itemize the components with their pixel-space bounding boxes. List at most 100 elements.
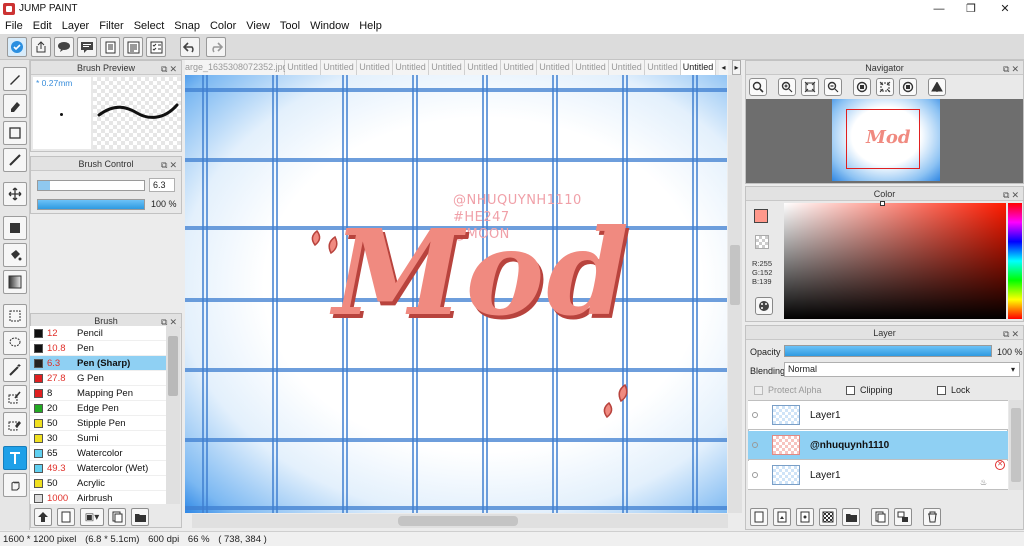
tab-6[interactable]: Untitled: [465, 60, 501, 75]
tab-scroll-left-icon[interactable]: ◂: [719, 60, 728, 75]
select-eraser-tool-icon[interactable]: [3, 412, 27, 436]
brush-settings-icon[interactable]: [34, 508, 52, 526]
brush-item[interactable]: 65 Watercolor: [30, 446, 166, 461]
hue-slider[interactable]: [1008, 203, 1022, 319]
tab-scroll-right-icon[interactable]: ▸: [732, 60, 741, 75]
line-tool-icon[interactable]: [3, 148, 27, 172]
comment-box-icon[interactable]: [77, 37, 97, 57]
panel-float-close-icons[interactable]: ⧉✕: [1003, 327, 1021, 341]
brush-item[interactable]: 12 Pencil: [30, 326, 166, 341]
tab-10[interactable]: Untitled: [609, 60, 645, 75]
tab-0[interactable]: arge_1635308072352.jpg: [185, 60, 288, 75]
panel-float-close-icons[interactable]: ⧉✕: [1003, 188, 1021, 202]
zoom-search-icon[interactable]: [749, 78, 767, 96]
tab-1[interactable]: Untitled: [285, 60, 321, 75]
merge-down-icon[interactable]: [894, 508, 912, 526]
brush-opacity-slider[interactable]: [37, 199, 145, 210]
layer-list-scrollbar[interactable]: [1009, 400, 1023, 490]
brush-menu-icon[interactable]: ▣▾: [80, 508, 104, 526]
menu-file[interactable]: File: [0, 20, 28, 32]
brush-item[interactable]: 50 Stipple Pen: [30, 416, 166, 431]
move-tool-icon[interactable]: [3, 182, 27, 206]
brush-item[interactable]: 1000 Airbrush: [30, 491, 166, 504]
delete-layer-icon[interactable]: [923, 508, 941, 526]
protect-alpha-checkbox[interactable]: Protect Alpha: [754, 385, 822, 396]
redo-icon[interactable]: [206, 37, 226, 57]
canvas-area[interactable]: @NHUQUYNH1110 #HE247 @MOON Mod: [185, 75, 727, 513]
panel-float-close-icons[interactable]: ⧉✕: [1003, 62, 1021, 76]
panel-float-close-icons[interactable]: ⧉✕: [161, 158, 179, 172]
palette-icon[interactable]: [755, 297, 773, 315]
visibility-eye-icon[interactable]: [748, 412, 762, 418]
speech-bubble-icon[interactable]: [54, 37, 74, 57]
fit-screen-icon[interactable]: [801, 78, 819, 96]
canvas-horizontal-scrollbar[interactable]: [192, 514, 728, 528]
duplicate-layer-icon[interactable]: [871, 508, 889, 526]
color-saturation-picker[interactable]: [784, 201, 1006, 319]
new-brush-icon[interactable]: [57, 508, 75, 526]
maximize-button[interactable]: ❐: [954, 0, 988, 17]
tab-3[interactable]: Untitled: [357, 60, 393, 75]
tab-8[interactable]: Untitled: [537, 60, 573, 75]
new-halftone-layer-icon[interactable]: [796, 508, 814, 526]
undo-icon[interactable]: [180, 37, 200, 57]
tab-2[interactable]: Untitled: [321, 60, 357, 75]
text-tool-icon[interactable]: [3, 446, 27, 470]
page-icon[interactable]: [100, 37, 120, 57]
book-icon[interactable]: [123, 37, 143, 57]
tab-7[interactable]: Untitled: [501, 60, 537, 75]
menu-filter[interactable]: Filter: [94, 20, 128, 32]
visibility-eye-icon[interactable]: [748, 442, 762, 448]
minimize-button[interactable]: —: [922, 0, 956, 17]
zoom-out-icon[interactable]: [824, 78, 842, 96]
layer-row[interactable]: Layer1: [748, 401, 1008, 430]
hand-tool-icon[interactable]: [3, 473, 27, 497]
flip-horizontal-icon[interactable]: [928, 78, 946, 96]
new-layer-icon[interactable]: [750, 508, 768, 526]
brush-item[interactable]: 49.3 Watercolor (Wet): [30, 461, 166, 476]
canvas-vertical-scrollbar[interactable]: [728, 75, 742, 513]
tab-12[interactable]: Untitled: [681, 60, 716, 75]
tab-11[interactable]: Untitled: [645, 60, 681, 75]
brush-folder-icon[interactable]: [131, 508, 149, 526]
gradient-tool-icon[interactable]: [3, 270, 27, 294]
menu-view[interactable]: View: [241, 20, 275, 32]
menu-color[interactable]: Color: [205, 20, 241, 32]
checklist-icon[interactable]: [146, 37, 166, 57]
brush-list-scrollbar[interactable]: [166, 326, 180, 504]
menu-tool[interactable]: Tool: [275, 20, 305, 32]
rotate-left-icon[interactable]: [853, 78, 871, 96]
export-icon[interactable]: [31, 37, 51, 57]
layer-opacity-slider[interactable]: [784, 345, 992, 357]
new-folder-icon[interactable]: [842, 508, 860, 526]
tab-4[interactable]: Untitled: [393, 60, 429, 75]
layer-row[interactable]: Layer1: [748, 461, 1008, 490]
bucket-tool-icon[interactable]: [3, 243, 27, 267]
menu-help[interactable]: Help: [354, 20, 387, 32]
foreground-color-swatch[interactable]: [754, 209, 768, 223]
menu-window[interactable]: Window: [305, 20, 354, 32]
visibility-eye-icon[interactable]: [748, 472, 762, 478]
layer-error-icon[interactable]: ✕: [995, 460, 1005, 470]
brush-item[interactable]: 20 Edge Pen: [30, 401, 166, 416]
navigator-thumbnail[interactable]: Mod: [832, 99, 940, 181]
zoom-in-icon[interactable]: [778, 78, 796, 96]
reset-rotation-icon[interactable]: [876, 78, 894, 96]
blending-select[interactable]: Normal ▾: [784, 362, 1020, 377]
rectangle-tool-icon[interactable]: [3, 121, 27, 145]
rect-select-tool-icon[interactable]: [3, 304, 27, 328]
lock-checkbox[interactable]: Lock: [937, 385, 970, 396]
pen-tool-icon[interactable]: [3, 67, 27, 91]
panel-float-close-icons[interactable]: ⧉✕: [161, 62, 179, 76]
menu-layer[interactable]: Layer: [57, 20, 95, 32]
transparent-color-swatch[interactable]: [755, 235, 769, 249]
layer-row[interactable]: @nhuquynh1110: [748, 431, 1008, 460]
tab-9[interactable]: Untitled: [573, 60, 609, 75]
new-pattern-layer-icon[interactable]: [819, 508, 837, 526]
select-pen-tool-icon[interactable]: [3, 385, 27, 409]
brush-item[interactable]: 10.8 Pen: [30, 341, 166, 356]
brush-item[interactable]: 30 Sumi: [30, 431, 166, 446]
eraser-tool-icon[interactable]: [3, 94, 27, 118]
brush-item[interactable]: 50 Acrylic: [30, 476, 166, 491]
close-button[interactable]: ✕: [988, 0, 1022, 17]
